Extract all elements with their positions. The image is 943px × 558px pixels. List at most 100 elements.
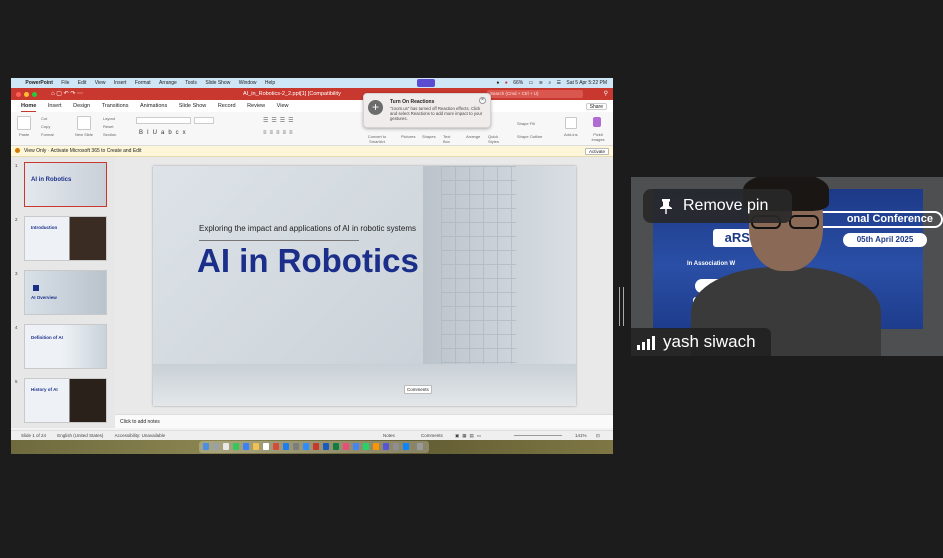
shapes-button[interactable]: Shapes [422,134,436,139]
alignment-buttons[interactable]: ≡≡≡≡≡ [263,130,296,136]
menu-window[interactable]: Window [239,78,257,88]
font-family-select[interactable] [136,117,191,124]
paste-icon[interactable] [17,116,31,130]
zoom-icon[interactable] [303,443,309,450]
word-icon[interactable] [323,443,329,450]
tab-slide-show[interactable]: Slide Show [179,100,207,112]
layout-button[interactable]: Layout [103,116,115,121]
slide-thumbnail-3[interactable]: AI Overview [24,270,107,315]
pin-icon [660,199,672,214]
menu-slide-show[interactable]: Slide Show [205,78,230,88]
menu-arrange[interactable]: Arrange [159,78,177,88]
cut-button[interactable]: Cut [41,116,47,121]
pickit-icon[interactable] [593,117,601,127]
powerpoint-icon[interactable] [313,443,319,450]
minimize-window-icon[interactable] [24,91,29,97]
pictures-button[interactable]: Pictures [401,134,415,139]
preview-icon[interactable] [393,443,399,450]
settings-icon[interactable] [293,443,299,450]
tab-animations[interactable]: Animations [140,100,167,112]
remove-pin-button[interactable]: Remove pin [643,189,792,223]
excel-icon[interactable] [333,443,339,450]
add-ins-icon[interactable] [565,117,577,129]
trash-icon[interactable] [417,443,423,450]
tab-insert[interactable]: Insert [48,100,62,112]
activation-infobar: View Only · Activate Microsoft 365 to Cr… [11,146,613,157]
share-button[interactable]: Share [585,103,607,110]
font-size-select[interactable] [194,117,214,124]
slide-thumbnail-2[interactable]: Introduction [24,216,107,261]
shape-outline-button[interactable]: Shape Outline [517,134,542,139]
convert-smartart-button[interactable]: Convert to SmartArt [365,134,389,144]
reset-button[interactable]: Reset [103,124,113,129]
mail-icon[interactable] [243,443,249,450]
menu-edit[interactable]: Edit [78,78,87,88]
language-status[interactable]: English (United States) [57,433,103,438]
text-format-buttons[interactable]: BIUabcx [139,130,190,136]
search-input[interactable]: Search (Cmd + Ctrl + U) [487,90,583,98]
spotlight-icon[interactable]: ⌕ [548,80,551,86]
podcasts-icon[interactable] [383,443,389,450]
battery-icon[interactable]: ▭ [529,80,534,86]
menu-file[interactable]: File [61,78,69,88]
menu-tools[interactable]: Tools [185,78,197,88]
wifi-icon[interactable]: ≋ [539,80,543,86]
menubar-app-name[interactable]: PowerPoint [25,78,53,88]
comments-button[interactable]: Comments [404,385,432,394]
tab-home[interactable]: Home [21,101,37,112]
calendar-icon[interactable] [263,443,269,450]
photos-icon[interactable] [343,443,349,450]
chat-icon[interactable]: ● [496,80,499,86]
paragraph-buttons[interactable]: ☰☰☰☰ [263,117,297,124]
help-icon[interactable]: ⚲ [604,88,608,100]
activate-button[interactable]: Activate [584,148,609,155]
copy-button[interactable]: Copy [41,124,50,129]
close-icon[interactable]: × [479,97,486,104]
notes-icon[interactable] [253,443,259,450]
tab-design[interactable]: Design [73,100,90,112]
menu-insert[interactable]: Insert [114,78,127,88]
panel-resize-handle[interactable] [619,287,624,326]
control-center-icon[interactable]: ☰ [557,80,561,86]
tab-transitions[interactable]: Transitions [102,100,129,112]
whatsapp-icon[interactable] [363,443,369,450]
zoom-slider[interactable] [514,435,562,436]
slide-thumbnail-1[interactable]: AI in Robotics [24,162,107,207]
zoom-status-icon[interactable] [417,79,435,87]
notes-field[interactable]: Click to add notes [115,414,613,428]
format-painter-button[interactable]: Format [41,132,54,137]
slide-thumbnail-5[interactable]: History of AI [24,378,107,423]
section-button[interactable]: Section [103,132,116,137]
current-slide[interactable]: Exploring the impact and applications of… [153,166,576,406]
text-box-button[interactable]: Text Box [443,134,455,144]
safari-icon[interactable] [223,443,229,450]
reactions-notification[interactable]: + Turn On Reactions "zoom.us" has turned… [363,93,491,128]
zoom-window-icon[interactable] [32,91,37,97]
launchpad-icon[interactable] [213,443,219,450]
quick-access-icons[interactable]: ⌂ ▢ ↶ ↷ ⋯ [51,88,83,100]
slide-title[interactable]: AI in Robotics [197,242,419,280]
shape-fill-button[interactable]: Shape Fill [517,121,535,126]
slide-subtitle[interactable]: Exploring the impact and applications of… [199,224,416,233]
quick-styles-button[interactable]: Quick Styles [488,134,504,144]
arrange-button[interactable]: Arrange [466,134,480,139]
participant-video-tile[interactable]: onal Conference 05th April 2025 aRSSS In… [631,177,943,356]
finder-icon[interactable] [203,443,209,450]
tab-record[interactable]: Record [218,100,236,112]
tab-review[interactable]: Review [247,100,265,112]
new-slide-icon[interactable] [77,116,91,130]
accessibility-status[interactable]: Accessibility: Unavailable [115,433,166,438]
record-icon[interactable]: ● [505,80,508,86]
tab-view[interactable]: View [277,100,289,112]
books-icon[interactable] [373,443,379,450]
close-window-icon[interactable] [16,91,21,97]
app-store-icon[interactable] [283,443,289,450]
menu-format[interactable]: Format [135,78,151,88]
music-icon[interactable] [273,443,279,450]
menu-view[interactable]: View [95,78,106,88]
files-icon[interactable] [403,443,409,450]
menu-help[interactable]: Help [265,78,275,88]
messages-icon[interactable] [233,443,239,450]
chrome-icon[interactable] [353,443,359,450]
slide-thumbnail-4[interactable]: Definition of AI [24,324,107,369]
